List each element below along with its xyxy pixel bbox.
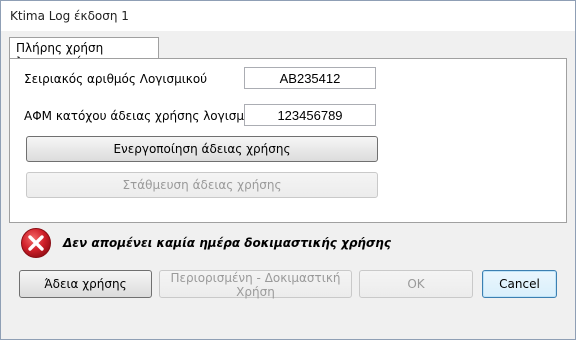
serial-label: Σειριακός αριθμός Λογισμικού [24,72,208,86]
serial-number-field[interactable] [244,67,376,89]
ok-button[interactable]: OK [359,270,473,298]
park-license-button[interactable]: Στάθμευση άδειας χρήσης [26,172,378,198]
tab-full-usage[interactable]: Πλήρης χρήση λογισμικού [9,37,159,69]
window-title: Ktima Log έκδοση 1 [10,9,129,23]
tab-panel: Σειριακός αριθμός Λογισμικού ΑΦΜ κατόχου… [9,58,567,223]
error-icon [21,228,51,258]
afm-field[interactable] [244,104,376,126]
title-bar: Ktima Log έκδοση 1 [1,1,575,31]
cancel-button[interactable]: Cancel [482,270,557,298]
activate-license-button[interactable]: Ενεργοποίηση άδειας χρήσης [26,136,378,162]
limited-trial-button[interactable]: Περιορισμένη - Δοκιμαστική Χρήση [159,270,352,299]
afm-label: ΑΦΜ κατόχου άδειας χρήσης λογισμικού [24,109,270,123]
license-button[interactable]: Άδεια χρήσης [19,270,152,298]
status-message: Δεν απομένει καμία ημέρα δοκιμαστικής χρ… [63,236,391,250]
dialog-window: Ktima Log έκδοση 1 Πλήρης χρήση λογισμικ… [0,0,576,340]
